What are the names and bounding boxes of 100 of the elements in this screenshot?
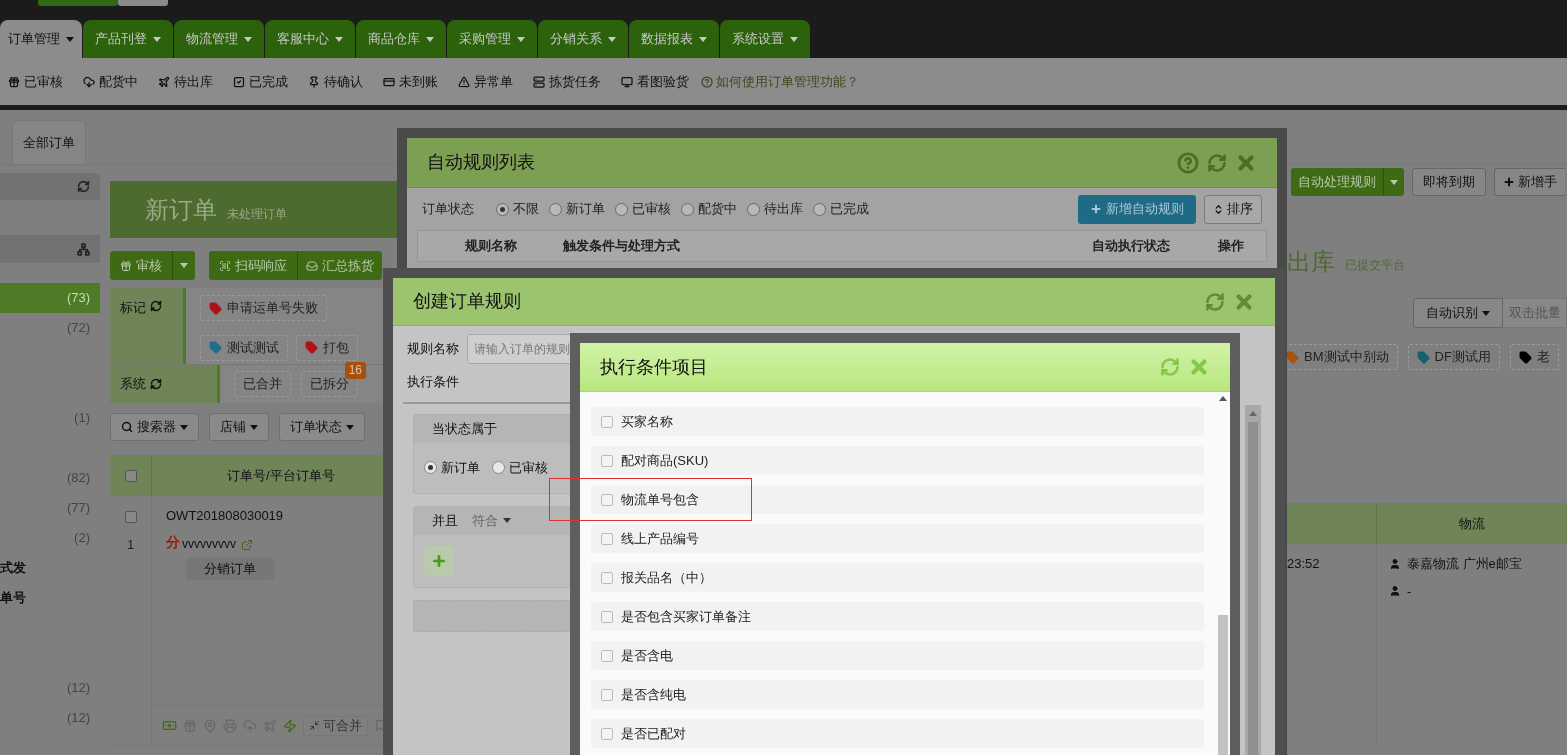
- status-link[interactable]: 拣货任务: [533, 71, 601, 92]
- checkbox[interactable]: [601, 649, 613, 662]
- checkbox[interactable]: [601, 454, 613, 467]
- merge-button[interactable]: 可合并: [303, 715, 368, 736]
- auto-rule-button[interactable]: 自动处理规则: [1291, 168, 1404, 196]
- tag-chip[interactable]: 测试测试: [199, 334, 288, 361]
- status-link[interactable]: 待出库: [158, 71, 213, 92]
- scroll-thumb[interactable]: [1218, 615, 1228, 755]
- tag-chip[interactable]: 打包: [295, 334, 358, 361]
- radio-button[interactable]: [813, 202, 826, 216]
- filter-dropdown[interactable]: 店铺: [209, 413, 269, 441]
- sidebar-item[interactable]: 式发: [0, 553, 100, 583]
- condition-option[interactable]: 配对商品(SKU): [591, 446, 1204, 475]
- status-link[interactable]: 已审核: [8, 71, 63, 92]
- nav-tab[interactable]: 商品仓库: [356, 20, 446, 58]
- sidebar-item[interactable]: 单号: [0, 583, 100, 613]
- pick-summary-button[interactable]: 汇总拣货: [297, 251, 382, 280]
- checkbox[interactable]: [124, 469, 137, 482]
- close-icon[interactable]: [1188, 356, 1210, 378]
- match-dropdown[interactable]: 符合: [472, 510, 511, 531]
- expiring-button[interactable]: 即将到期: [1412, 168, 1486, 196]
- condition-option[interactable]: 报关品名（中）: [591, 563, 1204, 592]
- filter-dropdown[interactable]: 订单状态: [279, 413, 365, 441]
- radio-button[interactable]: [747, 202, 760, 216]
- nav-tab[interactable]: 客服中心: [265, 20, 355, 58]
- status-link[interactable]: 已完成: [233, 71, 288, 92]
- condition-option[interactable]: 是否已配对: [591, 719, 1204, 748]
- plane-icon: [158, 75, 170, 88]
- refresh-icon[interactable]: [150, 378, 162, 390]
- condition-option[interactable]: 线上产品编号: [591, 524, 1204, 553]
- add-condition-button[interactable]: [424, 545, 454, 576]
- nav-tab[interactable]: 分销关系: [538, 20, 628, 58]
- cloud-icon: [243, 718, 257, 733]
- checkbox[interactable]: [124, 511, 137, 523]
- switch-segment[interactable]: [118, 0, 168, 6]
- nav-tab[interactable]: 系统设置: [720, 20, 810, 58]
- radio-button[interactable]: [549, 202, 562, 216]
- help-icon[interactable]: [1177, 151, 1199, 174]
- caret-icon: [426, 36, 434, 42]
- page-tab[interactable]: 全部订单: [12, 120, 86, 164]
- sidebar-count[interactable]: (2): [0, 523, 100, 553]
- status-link[interactable]: 未到账: [383, 71, 438, 92]
- sidebar-count[interactable]: (77): [0, 493, 100, 523]
- caret-icon: [699, 36, 707, 42]
- refresh-icon[interactable]: [1207, 152, 1227, 173]
- tag-chip[interactable]: 申请运单号失败: [199, 295, 327, 321]
- help-link[interactable]: 如何使用订单管理功能？: [701, 71, 859, 92]
- checkbox[interactable]: [601, 532, 613, 545]
- refresh-icon[interactable]: [150, 300, 162, 312]
- condition-option[interactable]: 物流单号包含: [591, 485, 1204, 514]
- status-link[interactable]: 异常单: [458, 71, 513, 92]
- checkbox[interactable]: [601, 610, 613, 623]
- scroll-up-icon[interactable]: [1219, 396, 1227, 401]
- refresh-icon[interactable]: [77, 180, 90, 193]
- status-subtitle: 已提交平台: [1345, 257, 1405, 274]
- radio-button[interactable]: [615, 202, 628, 216]
- sort-button[interactable]: 排序: [1204, 194, 1262, 224]
- help-icon: [701, 75, 713, 88]
- sidebar-count[interactable]: (82): [0, 463, 100, 493]
- radio-button[interactable]: [492, 461, 505, 474]
- condition-option[interactable]: 是否含纯电: [591, 680, 1204, 709]
- nav-tab[interactable]: 物流管理: [174, 20, 264, 58]
- status-link[interactable]: 待确认: [308, 71, 363, 92]
- tag-chip[interactable]: DF测试用: [1407, 344, 1500, 370]
- add-rule-button[interactable]: 新增自动规则: [1078, 194, 1196, 224]
- share-icon[interactable]: [241, 538, 253, 551]
- checkbox[interactable]: [601, 571, 613, 584]
- add-manual-button[interactable]: 新增手: [1494, 168, 1565, 196]
- condition-option[interactable]: 是否包含买家订单备注: [591, 602, 1204, 631]
- sitemap-icon[interactable]: [77, 242, 90, 256]
- scan-button[interactable]: 扫码响应: [209, 251, 297, 280]
- filter-dropdown[interactable]: 搜索器: [110, 413, 199, 441]
- condition-option[interactable]: 是否含电: [591, 641, 1204, 670]
- switch-segment[interactable]: [38, 0, 118, 6]
- sidebar-count[interactable]: (72): [0, 313, 100, 343]
- radio-button[interactable]: [424, 461, 437, 474]
- tag-chip[interactable]: 老: [1509, 344, 1559, 370]
- nav-tab[interactable]: 订单管理: [0, 20, 82, 58]
- radio-button[interactable]: [681, 202, 694, 216]
- radio-button[interactable]: [496, 202, 509, 216]
- checkbox[interactable]: [601, 688, 613, 701]
- nav-tab[interactable]: 产品刊登: [83, 20, 173, 58]
- cash-icon: [162, 718, 177, 733]
- sidebar-count[interactable]: (12): [0, 673, 100, 703]
- status-header: 新订单 未处理订单: [110, 181, 397, 238]
- sidebar-count[interactable]: (1): [0, 403, 100, 433]
- radio-label: 待出库: [764, 200, 803, 219]
- nav-tab[interactable]: 采购管理: [447, 20, 537, 58]
- condition-option[interactable]: 买家名称: [591, 407, 1204, 436]
- checkbox[interactable]: [601, 415, 613, 428]
- sidebar-count[interactable]: (73): [0, 283, 100, 313]
- recognize-dropdown[interactable]: 自动识别: [1413, 298, 1503, 328]
- tag-chip[interactable]: 已合并: [234, 371, 291, 397]
- approve-button[interactable]: 审核: [110, 251, 195, 280]
- status-link[interactable]: 看图验货: [621, 71, 689, 92]
- checkbox[interactable]: [601, 493, 613, 506]
- nav-tab[interactable]: 数据报表: [629, 20, 719, 58]
- status-link[interactable]: 配货中: [83, 71, 138, 92]
- checkbox[interactable]: [601, 727, 613, 740]
- sidebar-count[interactable]: (12): [0, 703, 100, 733]
